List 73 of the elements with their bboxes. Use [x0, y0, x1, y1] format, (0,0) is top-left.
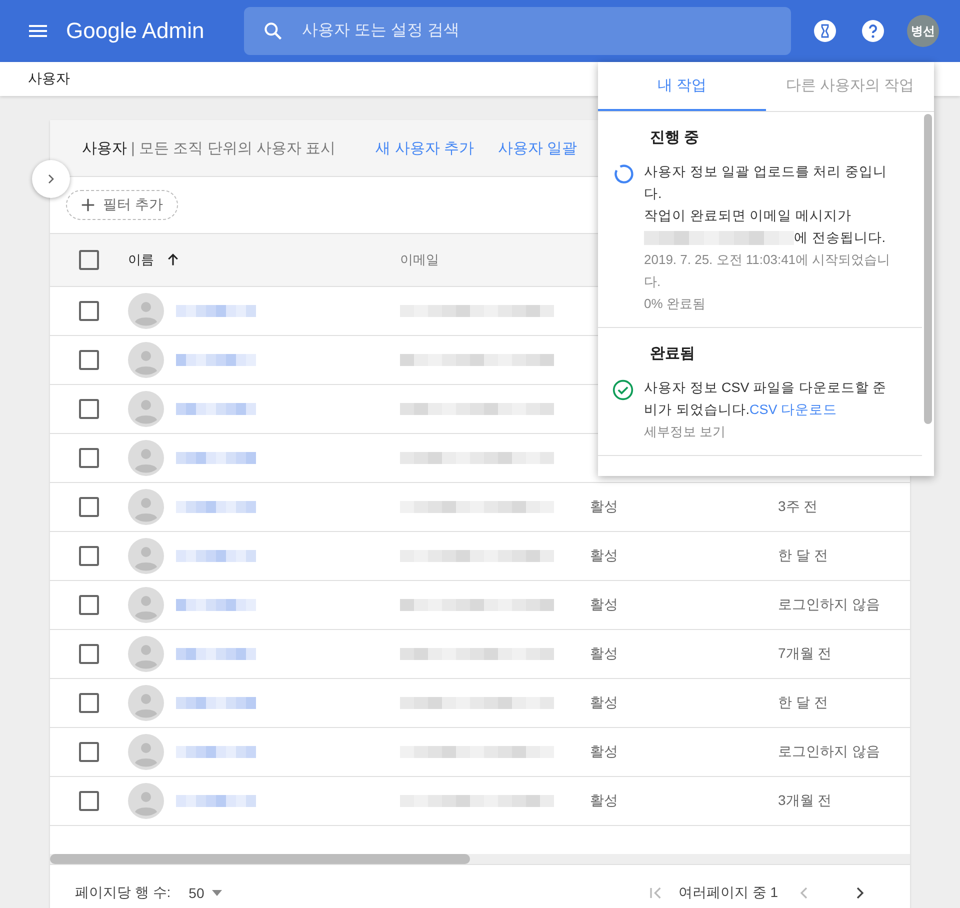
- plus-icon: [81, 198, 95, 212]
- account-avatar[interactable]: 병선: [907, 15, 940, 47]
- task-meta: 세부정보 보기: [644, 423, 727, 441]
- action-link[interactable]: 새 사용자 추가: [376, 138, 474, 158]
- column-header[interactable]: 이름: [128, 251, 400, 269]
- task-message: 작업이 완료되면 이메일 메시지가: [644, 207, 852, 225]
- spinner-icon: [612, 163, 634, 185]
- task-meta: 2019. 7. 25. 오전 11:03:41에 시작되었습니다.: [644, 251, 892, 291]
- dropdown-caret-icon: [212, 890, 222, 896]
- rows-per-page-select[interactable]: 50: [188, 884, 222, 900]
- add-filter-button[interactable]: 필터 추가: [66, 190, 178, 220]
- task-message: 사용자 정보 CSV 파일을 다운로드할 준비가 되었습니다.CSV 다운로드: [644, 379, 888, 419]
- table-cell-text: 7개월 전: [778, 645, 833, 663]
- checkbox[interactable]: [79, 693, 99, 713]
- table-cell-text: 로그인하지 않음: [778, 596, 881, 614]
- table-cell-text: 활성: [590, 694, 619, 712]
- checkbox[interactable]: [79, 399, 99, 419]
- table-cell-text: 한 달 전: [778, 547, 829, 565]
- column-header[interactable]: 이메일: [400, 251, 590, 269]
- avatar-icon: [128, 293, 164, 329]
- checkbox[interactable]: [79, 595, 99, 615]
- action-link[interactable]: 사용자 일괄: [498, 138, 578, 158]
- task-message: 사용자 정보 일괄 업로드를 처리 중입니다.: [644, 163, 888, 203]
- table-cell-text: 3개월 전: [778, 792, 833, 810]
- card-subtitle: | 모든 조직 단위의 사용자 표시: [131, 138, 336, 158]
- tab[interactable]: 다른 사용자의 작업: [766, 62, 934, 111]
- checkbox[interactable]: [79, 497, 99, 517]
- page-info: 여러페이지 중 1: [678, 884, 778, 902]
- product-name: Google Admin: [66, 18, 204, 44]
- avatar-icon: [128, 783, 164, 819]
- check-circle-icon: [612, 379, 634, 401]
- table-cell-text: 활성: [590, 743, 619, 761]
- scrollbar[interactable]: [924, 114, 932, 424]
- table-cell-text: 활성: [590, 645, 619, 663]
- download-link[interactable]: CSV 다운로드: [750, 402, 838, 417]
- checkbox[interactable]: [79, 301, 99, 321]
- task-meta: 0% 완료됨: [644, 295, 706, 313]
- search-field[interactable]: 사용자 또는 설정 검색: [244, 7, 792, 55]
- avatar-icon: [128, 342, 164, 378]
- table-cell-text: 한 달 전: [778, 694, 829, 712]
- avatar-icon: [128, 685, 164, 721]
- sort-arrow-icon: [166, 253, 180, 267]
- avatar-icon: [128, 587, 164, 623]
- card-title: 사용자: [82, 138, 127, 158]
- search-icon: [262, 20, 284, 42]
- checkbox[interactable]: [79, 350, 99, 370]
- checkbox[interactable]: [79, 448, 99, 468]
- task-message: 에 전송됩니다.: [794, 229, 886, 247]
- hourglass-icon[interactable]: [813, 19, 838, 43]
- checkbox[interactable]: [79, 644, 99, 664]
- avatar-icon: [128, 734, 164, 770]
- section-heading: 완료됨: [649, 344, 696, 363]
- help-icon[interactable]: [861, 19, 886, 43]
- checkbox[interactable]: [79, 791, 99, 811]
- checkbox[interactable]: [79, 546, 99, 566]
- table-cell-text: 활성: [590, 792, 619, 810]
- table-cell-text: 활성: [590, 547, 619, 565]
- table-cell-text: 로그인하지 않음: [778, 743, 881, 761]
- breadcrumb[interactable]: 사용자: [28, 70, 70, 88]
- checkbox[interactable]: [79, 250, 99, 270]
- rows-per-page-label: 페이지당 행 수:: [75, 884, 171, 902]
- table-cell-text: 활성: [590, 596, 619, 614]
- checkbox[interactable]: [79, 742, 99, 762]
- table-cell-text: 활성: [590, 498, 619, 516]
- tab[interactable]: 내 작업: [598, 62, 766, 111]
- table-cell-text: 3주 전: [778, 498, 819, 516]
- avatar-icon: [128, 636, 164, 672]
- avatar-icon: [128, 489, 164, 525]
- section-heading: 진행 중: [649, 128, 700, 147]
- scrollbar[interactable]: [50, 854, 910, 864]
- avatar-icon: [128, 391, 164, 427]
- avatar-icon: [128, 440, 164, 476]
- avatar-icon: [128, 538, 164, 574]
